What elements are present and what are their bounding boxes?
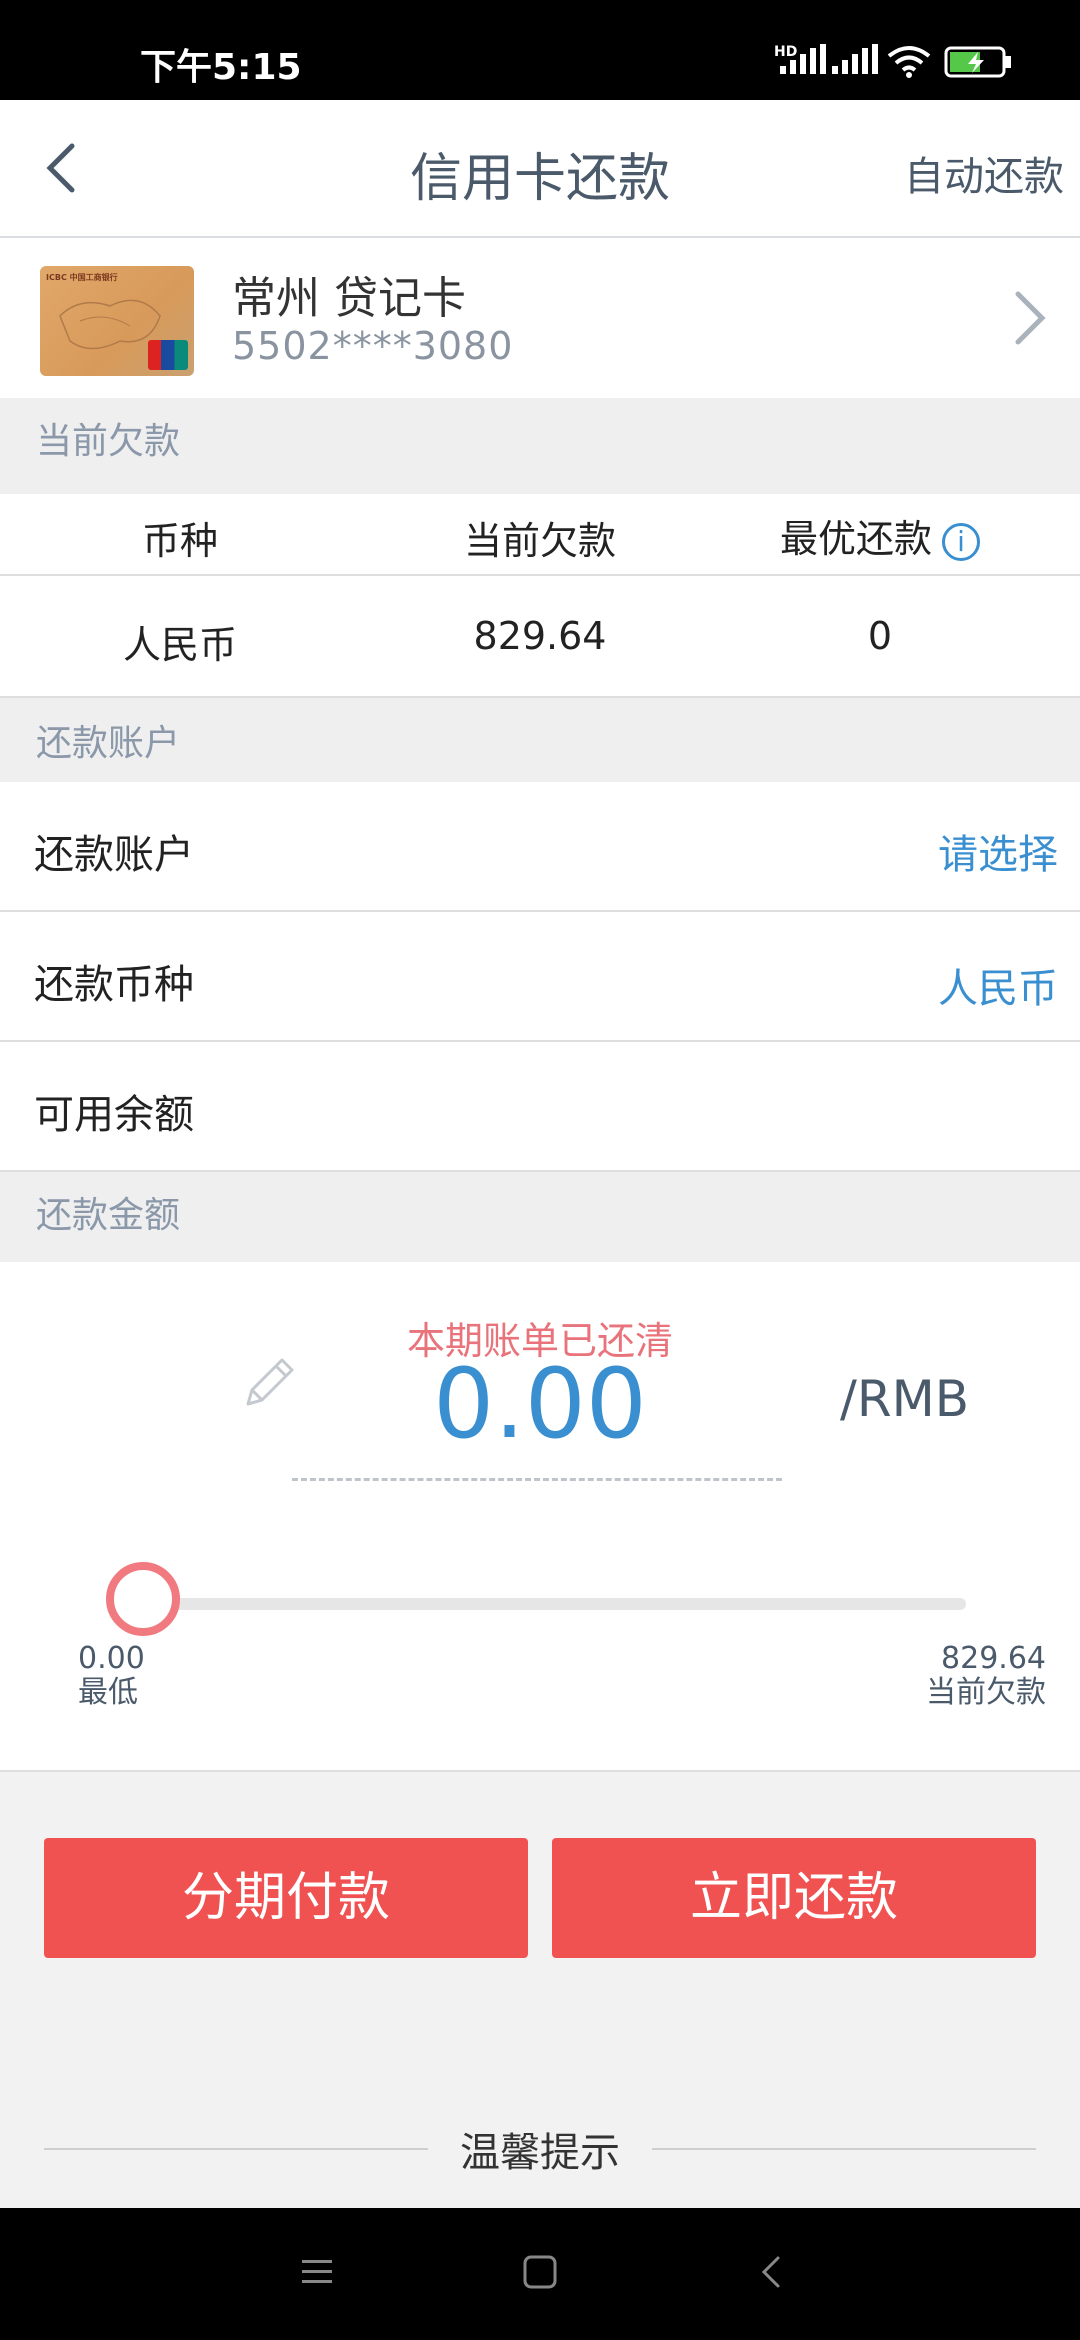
debt-table: 币种 当前欠款 最优还款 i 人民币 829.64 0 — [0, 494, 1080, 698]
amount-panel: 本期账单已还清 0.00 /RMB 0.00 最低 829.64 当前欠款 — [0, 1262, 1080, 1772]
slider-max-value: 829.64 — [941, 1641, 1046, 1676]
column-header: 当前欠款 — [463, 519, 616, 563]
table-cell: 829.64 — [473, 614, 607, 658]
table-cell: 人民币 — [122, 623, 237, 667]
battery-icon — [944, 46, 1011, 78]
select-account-link[interactable]: 请选择 — [938, 822, 1058, 880]
row-label: 还款账户 — [34, 832, 194, 878]
column-header: 最优还款 — [779, 517, 932, 561]
chevron-right-icon — [1015, 291, 1046, 345]
available-balance-row: 可用余额 — [0, 1042, 1080, 1172]
section-title: 还款账户 — [36, 723, 181, 764]
slider-min-label: 最低 — [78, 1675, 138, 1710]
section-title: 还款金额 — [36, 1195, 181, 1236]
card-name: 常州 贷记卡 — [232, 273, 466, 324]
section-repay-amount: 还款金额 — [0, 1172, 1080, 1262]
auto-repay-link[interactable]: 自动还款 — [904, 144, 1064, 202]
back-icon[interactable] — [756, 2254, 786, 2290]
amount-underline — [292, 1478, 782, 1481]
amount-slider-track[interactable] — [140, 1598, 966, 1610]
unionpay-logo-icon — [148, 340, 188, 370]
tips-title: 温馨提示 — [460, 2130, 620, 2176]
section-repay-account: 还款账户 — [0, 698, 1080, 782]
status-time: 下午5:15 — [140, 47, 302, 88]
table-cell: 0 — [867, 614, 893, 658]
section-title: 当前欠款 — [36, 421, 181, 462]
system-nav-bar — [0, 2208, 1080, 2340]
column-header-best-repay: 最优还款 i — [700, 508, 1060, 563]
repay-account-row[interactable]: 还款账户 请选择 — [0, 782, 1080, 912]
bank-logo-text: ICBC 中国工商银行 — [46, 273, 118, 282]
table-header: 币种 当前欠款 最优还款 i — [0, 494, 1080, 576]
menu-icon[interactable] — [300, 2256, 334, 2288]
row-label: 还款币种 — [34, 962, 194, 1008]
repay-currency-row[interactable]: 还款币种 人民币 — [0, 912, 1080, 1042]
section-current-debt: 当前欠款 — [0, 398, 1080, 494]
signal-icon — [780, 44, 826, 74]
column-header: 币种 — [141, 519, 218, 563]
table-row: 人民币 829.64 0 — [0, 576, 1080, 698]
slider-max: 829.64 当前欠款 — [926, 1642, 1046, 1710]
amount-slider-handle[interactable] — [106, 1562, 180, 1636]
signal-icon — [832, 44, 878, 74]
app-header: 信用卡还款 自动还款 — [0, 100, 1080, 238]
repay-now-button[interactable]: 立即还款 — [552, 1838, 1036, 1958]
card-number: 5502****3080 — [232, 324, 514, 368]
installment-button[interactable]: 分期付款 — [44, 1838, 528, 1958]
row-label: 可用余额 — [34, 1092, 194, 1138]
card-image: ICBC 中国工商银行 — [40, 266, 194, 376]
wifi-icon — [887, 46, 931, 78]
info-icon[interactable]: i — [942, 522, 980, 561]
slider-min-value: 0.00 — [78, 1641, 145, 1676]
currency-unit: /RMB — [840, 1370, 970, 1428]
currency-value[interactable]: 人民币 — [938, 956, 1058, 1014]
home-icon[interactable] — [522, 2254, 558, 2290]
card-selector[interactable]: ICBC 中国工商银行 常州 贷记卡 5502****3080 — [0, 238, 1080, 398]
slider-min: 0.00 最低 — [78, 1642, 145, 1710]
slider-max-label: 当前欠款 — [926, 1675, 1046, 1710]
status-bar: 下午5:15 HD — [0, 0, 1080, 100]
